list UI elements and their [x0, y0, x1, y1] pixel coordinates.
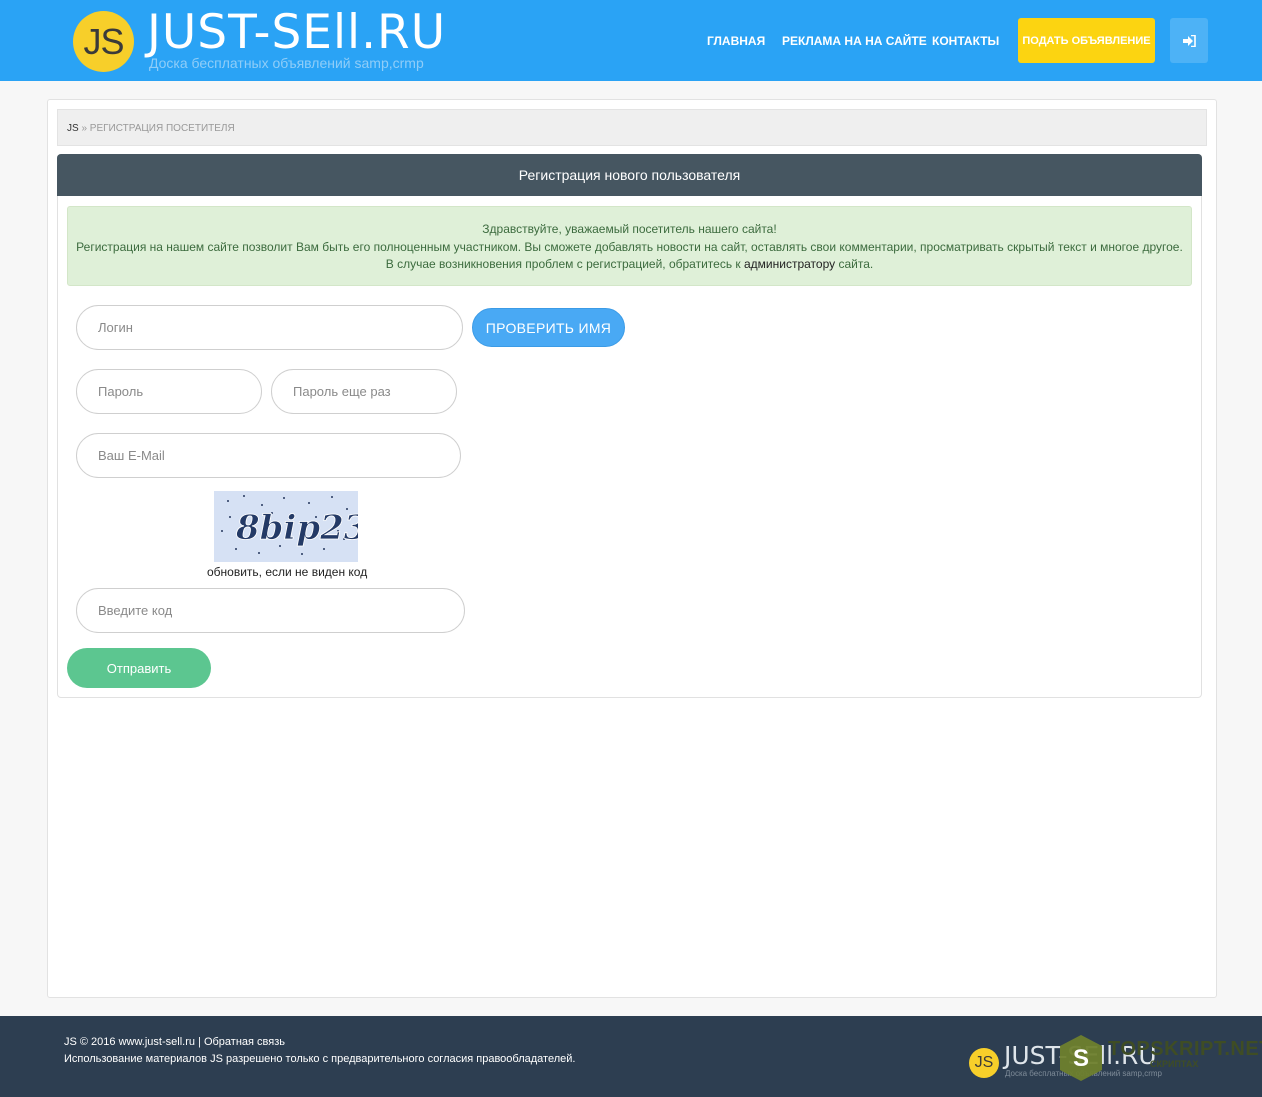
breadcrumb-separator: »: [78, 123, 90, 134]
submit-button[interactable]: Отправить: [67, 648, 211, 688]
email-field[interactable]: Ваш E-Mail: [76, 433, 461, 478]
sign-in-icon: [1183, 34, 1196, 47]
password-field[interactable]: Пароль: [76, 369, 262, 414]
captcha-text: 8bip23: [235, 508, 358, 548]
captcha-refresh-link[interactable]: обновить, если не виден код: [207, 565, 367, 579]
breadcrumb-current: РЕГИСТРАЦИЯ ПОСЕТИТЕЛЯ: [89, 123, 235, 134]
footer-copyright: JS © 2016 www.just-sell.ru | Обратная св…: [64, 1036, 285, 1048]
watermark-subtext: СКРИПТАХ: [1150, 1059, 1199, 1069]
logo-initials: JS: [83, 20, 124, 62]
watermark-badge-icon: S: [1060, 1035, 1102, 1081]
logo-subtitle: Доска бесплатных объявлений samp,crmp: [149, 55, 424, 71]
alert-greeting: Здравствуйте, уважаемый посетитель нашег…: [482, 222, 777, 236]
logo-badge[interactable]: JS: [73, 11, 134, 72]
check-name-button[interactable]: ПРОВЕРИТЬ ИМЯ: [472, 308, 625, 347]
alert-help-tail: сайта.: [835, 257, 874, 271]
breadcrumb-home[interactable]: JS: [67, 123, 79, 134]
watermark-text: TOPSKRIPT.NET: [1108, 1038, 1262, 1060]
post-ad-button[interactable]: ПОДАТЬ ОБЪЯВЛЕНИЕ: [1018, 18, 1155, 63]
admin-link[interactable]: администратору: [744, 257, 835, 271]
alert-help-text: В случае возникновения проблем с регистр…: [385, 257, 744, 271]
captcha-image: 8bip23: [214, 491, 358, 562]
footer-logo-badge: JS: [969, 1048, 999, 1078]
footer-notice: Использование материалов JS разрешено то…: [64, 1053, 576, 1065]
nav-home[interactable]: ГЛАВНАЯ: [707, 34, 765, 48]
breadcrumb: JS » РЕГИСТРАЦИЯ ПОСЕТИТЕЛЯ: [57, 109, 1207, 146]
panel-title: Регистрация нового пользователя: [57, 154, 1202, 196]
captcha-code-field[interactable]: Введите код: [76, 588, 465, 633]
alert-description: Регистрация на нашем сайте позволит Вам …: [76, 239, 1183, 254]
login-button[interactable]: [1170, 18, 1208, 63]
login-field[interactable]: Логин: [76, 305, 463, 350]
password-repeat-field[interactable]: Пароль еще раз: [271, 369, 457, 414]
logo-title[interactable]: JUST-SEll.RU: [147, 6, 446, 60]
nav-advertising[interactable]: РЕКЛАМА НА НА САЙТЕ: [782, 34, 927, 48]
captcha-noise: 8bip23: [221, 495, 358, 555]
alert-help: В случае возникновения проблем с регистр…: [68, 256, 1191, 274]
nav-contacts[interactable]: КОНТАКТЫ: [932, 34, 999, 48]
watermark-badge-letter: S: [1073, 1045, 1089, 1072]
info-alert: Здравствуйте, уважаемый посетитель нашег…: [67, 206, 1192, 286]
